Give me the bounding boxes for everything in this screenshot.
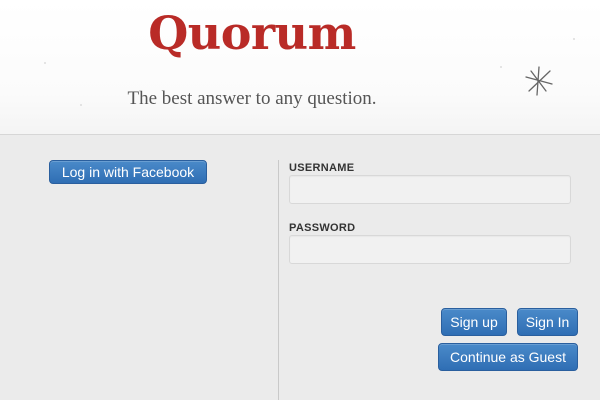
main-panel: Log in with Facebook USERNAME PASSWORD S… (0, 135, 600, 400)
password-input[interactable] (289, 235, 571, 264)
background-speck (44, 62, 46, 64)
vertical-divider (278, 160, 279, 400)
asterisk-star-icon (525, 66, 553, 96)
sign-in-button[interactable]: Sign In (517, 308, 578, 336)
username-label: USERNAME (289, 162, 355, 174)
background-speck (573, 38, 575, 40)
header: Quorum The best answer to any question. (0, 0, 600, 135)
logo: Quorum (148, 6, 356, 60)
tagline: The best answer to any question. (127, 88, 377, 109)
sign-up-button[interactable]: Sign up (441, 308, 507, 336)
username-input[interactable] (289, 175, 571, 204)
background-speck (500, 66, 502, 68)
continue-as-guest-button[interactable]: Continue as Guest (438, 343, 578, 371)
password-label: PASSWORD (289, 222, 356, 234)
facebook-login-button[interactable]: Log in with Facebook (49, 160, 207, 184)
background-speck (80, 104, 82, 106)
